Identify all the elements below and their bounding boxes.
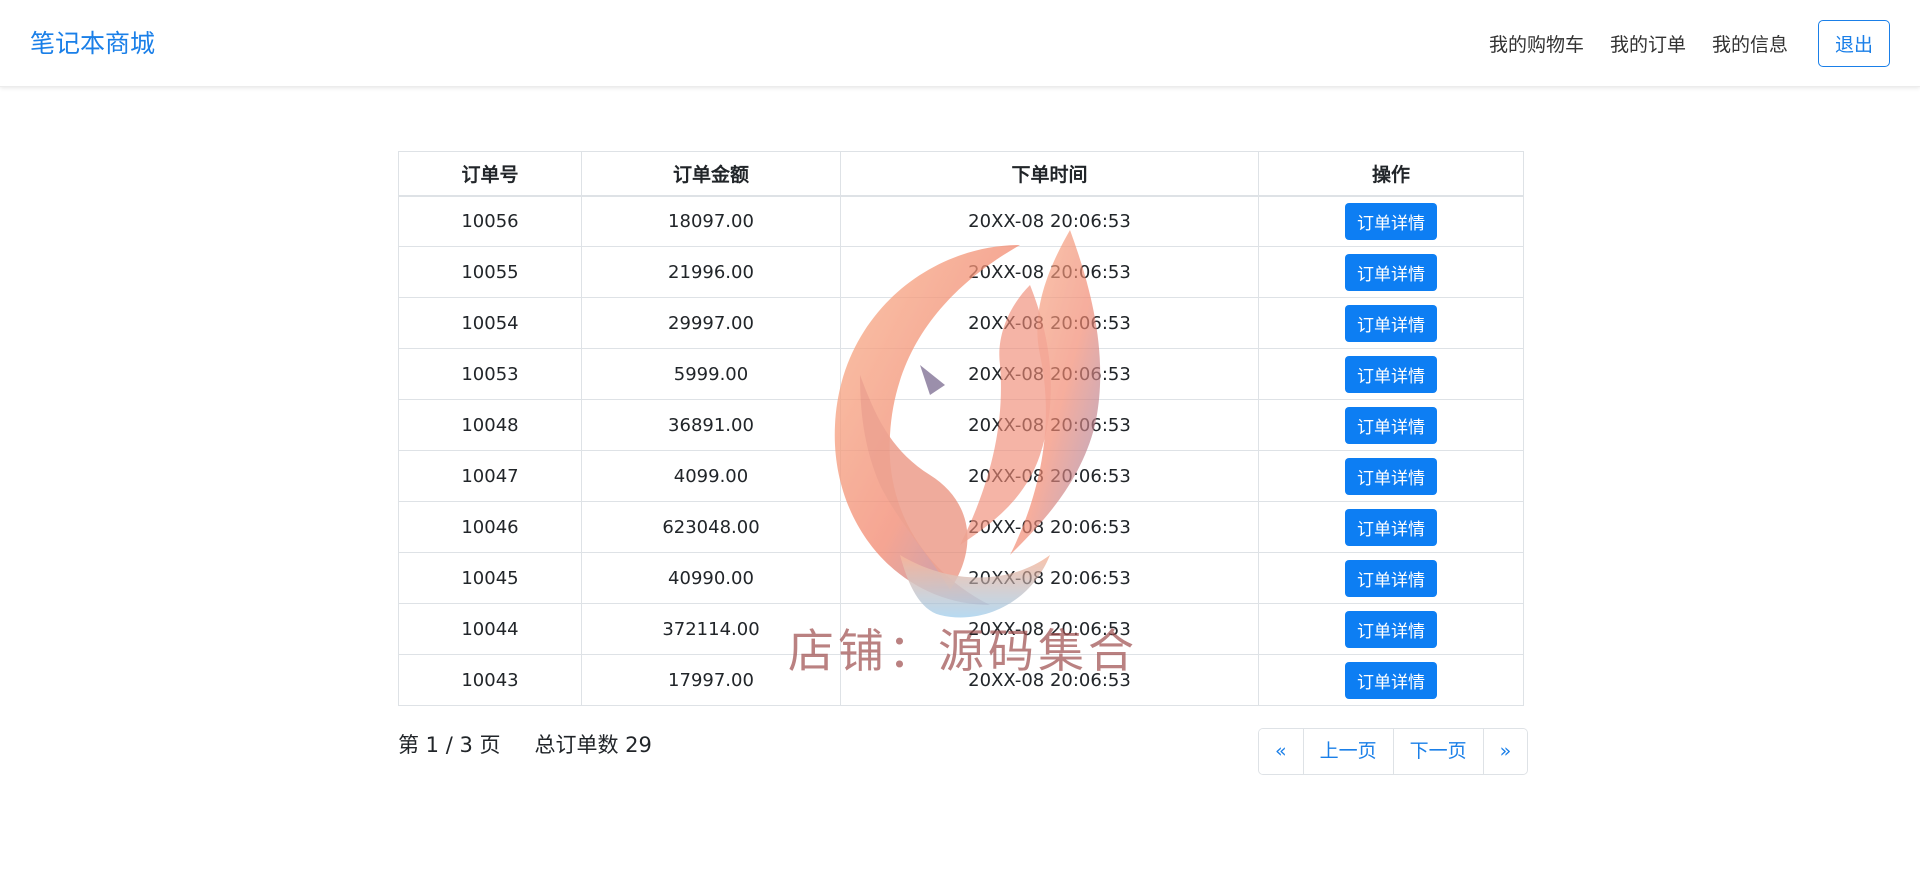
table-row: 10046 623048.00 20XX-08 20:06:53 订单详情 <box>398 501 1524 553</box>
order-amount-cell: 4099.00 <box>581 450 841 502</box>
order-id-cell: 10053 <box>398 348 582 400</box>
order-id-cell: 10043 <box>398 654 582 706</box>
order-amount-cell: 29997.00 <box>581 297 841 349</box>
order-action-cell: 订单详情 <box>1258 246 1524 298</box>
orders-table-container: 订单号 订单金额 下单时间 操作 10056 18097.00 20XX-08 20… <box>398 151 1524 706</box>
order-detail-button[interactable]: 订单详情 <box>1345 457 1437 495</box>
order-detail-button[interactable]: 订单详情 <box>1345 406 1437 444</box>
order-detail-button[interactable]: 订单详情 <box>1345 508 1437 546</box>
order-id-cell: 10048 <box>398 399 582 451</box>
order-action-cell: 订单详情 <box>1258 348 1524 400</box>
order-action-cell: 订单详情 <box>1258 297 1524 349</box>
order-detail-button[interactable]: 订单详情 <box>1345 559 1437 597</box>
order-amount-cell: 17997.00 <box>581 654 841 706</box>
order-id-cell: 10046 <box>398 501 582 553</box>
table-row: 10056 18097.00 20XX-08 20:06:53 订单详情 <box>398 195 1524 247</box>
order-action-cell: 订单详情 <box>1258 603 1524 655</box>
nav-link-profile[interactable]: 我的信息 <box>1712 30 1788 60</box>
order-amount-cell: 5999.00 <box>581 348 841 400</box>
order-time-cell: 20XX-08 20:06:53 <box>840 501 1259 553</box>
order-time-cell: 20XX-08 20:06:53 <box>840 195 1259 247</box>
page-info: 第 1 / 3 页 总订单数 29 <box>398 729 686 759</box>
order-id-cell: 10045 <box>398 552 582 604</box>
table-row: 10055 21996.00 20XX-08 20:06:53 订单详情 <box>398 246 1524 298</box>
total-orders: 总订单数 29 <box>534 733 652 757</box>
nav-link-orders[interactable]: 我的订单 <box>1610 30 1686 60</box>
next-page-button[interactable]: 下一页 <box>1392 729 1483 774</box>
first-page-button[interactable]: « <box>1259 729 1303 774</box>
column-header-action: 操作 <box>1258 151 1524 197</box>
table-row: 10045 40990.00 20XX-08 20:06:53 订单详情 <box>398 552 1524 604</box>
prev-page-button[interactable]: 上一页 <box>1302 729 1393 774</box>
table-row: 10043 17997.00 20XX-08 20:06:53 订单详情 <box>398 654 1524 706</box>
order-amount-cell: 40990.00 <box>581 552 841 604</box>
nav-link-cart[interactable]: 我的购物车 <box>1489 30 1584 60</box>
table-row: 10047 4099.00 20XX-08 20:06:53 订单详情 <box>398 450 1524 502</box>
order-time-cell: 20XX-08 20:06:53 <box>840 246 1259 298</box>
order-action-cell: 订单详情 <box>1258 195 1524 247</box>
order-action-cell: 订单详情 <box>1258 654 1524 706</box>
last-page-button[interactable]: » <box>1482 729 1528 774</box>
brand-logo-link[interactable]: 笔记本商城 <box>30 26 155 62</box>
order-time-cell: 20XX-08 20:06:53 <box>840 603 1259 655</box>
order-id-cell: 10047 <box>398 450 582 502</box>
order-detail-button[interactable]: 订单详情 <box>1345 253 1437 291</box>
order-id-cell: 10056 <box>398 195 582 247</box>
table-row: 10048 36891.00 20XX-08 20:06:53 订单详情 <box>398 399 1524 451</box>
nav-links: 我的购物车 我的订单 我的信息 <box>1489 30 1788 60</box>
order-time-cell: 20XX-08 20:06:53 <box>840 450 1259 502</box>
orders-table: 订单号 订单金额 下单时间 操作 10056 18097.00 20XX-08 20… <box>398 151 1524 706</box>
column-header-order-id: 订单号 <box>398 151 582 197</box>
order-time-cell: 20XX-08 20:06:53 <box>840 552 1259 604</box>
pagination: « 上一页 下一页 » <box>1258 728 1529 775</box>
order-amount-cell: 36891.00 <box>581 399 841 451</box>
order-detail-button[interactable]: 订单详情 <box>1345 304 1437 342</box>
order-time-cell: 20XX-08 20:06:53 <box>840 654 1259 706</box>
order-action-cell: 订单详情 <box>1258 552 1524 604</box>
order-id-cell: 10044 <box>398 603 582 655</box>
column-header-time: 下单时间 <box>840 151 1259 197</box>
order-time-cell: 20XX-08 20:06:53 <box>840 399 1259 451</box>
order-amount-cell: 18097.00 <box>581 195 841 247</box>
order-id-cell: 10055 <box>398 246 582 298</box>
table-row: 10054 29997.00 20XX-08 20:06:53 订单详情 <box>398 297 1524 349</box>
order-id-cell: 10054 <box>398 297 582 349</box>
order-time-cell: 20XX-08 20:06:53 <box>840 297 1259 349</box>
order-amount-cell: 21996.00 <box>581 246 841 298</box>
order-action-cell: 订单详情 <box>1258 501 1524 553</box>
column-header-amount: 订单金额 <box>581 151 841 197</box>
order-action-cell: 订单详情 <box>1258 450 1524 502</box>
order-amount-cell: 372114.00 <box>581 603 841 655</box>
logout-button[interactable]: 退出 <box>1818 20 1890 67</box>
order-amount-cell: 623048.00 <box>581 501 841 553</box>
page-indicator: 第 1 / 3 页 <box>398 733 501 757</box>
table-body: 10056 18097.00 20XX-08 20:06:53 订单详情 10055 21… <box>398 195 1524 706</box>
table-header-row: 订单号 订单金额 下单时间 操作 <box>398 151 1524 197</box>
table-row: 10044 372114.00 20XX-08 20:06:53 订单详情 <box>398 603 1524 655</box>
order-action-cell: 订单详情 <box>1258 399 1524 451</box>
order-time-cell: 20XX-08 20:06:53 <box>840 348 1259 400</box>
table-row: 10053 5999.00 20XX-08 20:06:53 订单详情 <box>398 348 1524 400</box>
order-detail-button[interactable]: 订单详情 <box>1345 202 1437 240</box>
order-detail-button[interactable]: 订单详情 <box>1345 355 1437 393</box>
order-detail-button[interactable]: 订单详情 <box>1345 610 1437 648</box>
navbar: 笔记本商城 我的购物车 我的订单 我的信息 退出 <box>0 0 1920 87</box>
order-detail-button[interactable]: 订单详情 <box>1345 661 1437 699</box>
